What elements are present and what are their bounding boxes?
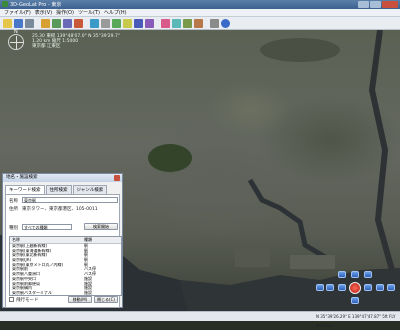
tilt-down-icon[interactable] — [364, 271, 372, 278]
status-coordinates: N 35°39'26.29" E 139°47'47.87" 5ft FLY M… — [316, 314, 396, 328]
reset-view-icon[interactable] — [349, 282, 361, 294]
camera-icon[interactable] — [74, 18, 83, 28]
tilt-up-icon[interactable] — [338, 271, 346, 278]
rotate-left-icon[interactable] — [326, 284, 334, 291]
layer-icon[interactable] — [63, 18, 72, 28]
result-list[interactable]: 名称 種類 東京駅(上越新幹線) 駅東京駅(東海道新幹線) 駅東京駅(東北新幹線) 駅… — [9, 236, 122, 296]
tab-address-search[interactable]: 住所検索 — [45, 185, 72, 194]
name-label: 名称 — [9, 199, 18, 204]
marker-icon[interactable] — [161, 18, 170, 28]
terrain-icon[interactable] — [112, 18, 121, 28]
grid-icon[interactable] — [101, 18, 110, 28]
chart-icon[interactable] — [183, 18, 192, 28]
nav-right-icon[interactable] — [364, 284, 372, 291]
dialog-close-icon[interactable] — [114, 175, 120, 181]
fly-mode-checkbox[interactable] — [9, 297, 14, 302]
list-item[interactable]: 東京駅バスターミナル 施設 — [10, 289, 121, 296]
view-info-overlay: 25.30 東経 139°48'07.0" N 35°39'29.7" 1.20… — [32, 34, 120, 49]
menu-tools[interactable]: ツール(T) — [78, 9, 100, 16]
open-icon[interactable] — [3, 18, 12, 28]
app-icon — [2, 1, 8, 7]
globe-icon[interactable] — [90, 18, 99, 28]
reclaimed-land — [290, 255, 335, 269]
toolbar — [0, 17, 400, 30]
close-button[interactable]: 閉じる(C) — [94, 296, 118, 303]
hud-line: 東京都 江東区 — [32, 44, 61, 49]
river-east — [368, 30, 395, 271]
column-header-name[interactable]: 名称 — [10, 237, 84, 243]
list-item-kind: 施設 — [84, 289, 92, 295]
place-search-dialog: 地名・施設検索 キーワード検索 住所検索 ジャンル検索 名称 東京駅 住所 東京… — [2, 173, 123, 308]
save-icon[interactable] — [14, 18, 23, 28]
name-input[interactable]: 東京駅 — [22, 197, 118, 203]
navigation-control — [314, 268, 398, 308]
dialog-title-bar: 地名・施設検索 — [3, 174, 122, 182]
list-item-name: 東京駅バスターミナル — [12, 290, 52, 295]
district — [260, 38, 340, 62]
menu-bar: ファイル(F) 表示(V) 操作(O) ツール(T) ヘルプ(H) — [0, 9, 400, 17]
list-rows: 東京駅(上越新幹線) 駅東京駅(東海道新幹線) 駅東京駅(東北新幹線) 駅東京駅(JR… — [10, 243, 121, 296]
measure-icon[interactable] — [172, 18, 181, 28]
tab-keyword-search[interactable]: キーワード検索 — [5, 185, 45, 194]
title-bar: 3D-GeoLat Pro - 東京 — [0, 0, 400, 9]
settings-icon[interactable] — [210, 18, 219, 28]
zoom-out-icon[interactable] — [316, 284, 324, 291]
route-icon[interactable] — [145, 18, 154, 28]
fly-mode-label: 飛行モード — [16, 298, 39, 303]
rotate-right-icon[interactable] — [376, 284, 384, 291]
address-label: 住所 — [9, 207, 18, 212]
search-button[interactable]: 検索開始 — [84, 223, 118, 230]
close-window-button[interactable] — [382, 1, 398, 8]
window-controls — [358, 1, 398, 8]
maximize-button[interactable] — [370, 1, 381, 8]
fly-icon[interactable] — [134, 18, 143, 28]
window-title: 3D-GeoLat Pro - 東京 — [10, 2, 62, 8]
help-icon[interactable] — [221, 18, 230, 28]
menu-help[interactable]: ヘルプ(H) — [104, 9, 127, 16]
type-label: 種別 — [9, 226, 18, 231]
map-icon[interactable] — [52, 18, 61, 28]
building-icon[interactable] — [194, 18, 203, 28]
print-icon[interactable] — [25, 18, 34, 28]
type-select[interactable]: すべての種類 — [22, 224, 72, 230]
minimize-button[interactable] — [358, 1, 369, 8]
move-button[interactable]: 移動(M) — [68, 296, 92, 303]
compass-icon[interactable]: N — [8, 29, 24, 50]
menu-file[interactable]: ファイル(F) — [4, 9, 31, 16]
nav-up-icon[interactable] — [351, 271, 359, 278]
folder-icon[interactable] — [41, 18, 50, 28]
nav-down-icon[interactable] — [351, 297, 359, 304]
tab-genre-search[interactable]: ジャンル検索 — [72, 185, 108, 194]
dialog-title: 地名・施設検索 — [6, 175, 38, 180]
address-value: 東京タワー、東京都港区、105-0011 — [22, 207, 98, 212]
nav-left-icon[interactable] — [338, 284, 346, 291]
search-panel: 名称 東京駅 住所 東京タワー、東京都港区、105-0011 種別 すべての種類… — [5, 194, 122, 308]
park — [148, 144, 192, 172]
search-tabs: キーワード検索 住所検索 ジャンル検索 — [5, 185, 120, 194]
reclaimed-land — [235, 245, 270, 267]
list-header: 名称 種類 — [10, 237, 121, 244]
zoom-in-icon[interactable] — [387, 284, 395, 291]
sun-icon[interactable] — [123, 18, 132, 28]
menu-operation[interactable]: 操作(O) — [56, 9, 74, 16]
menu-view[interactable]: 表示(V) — [35, 9, 52, 16]
